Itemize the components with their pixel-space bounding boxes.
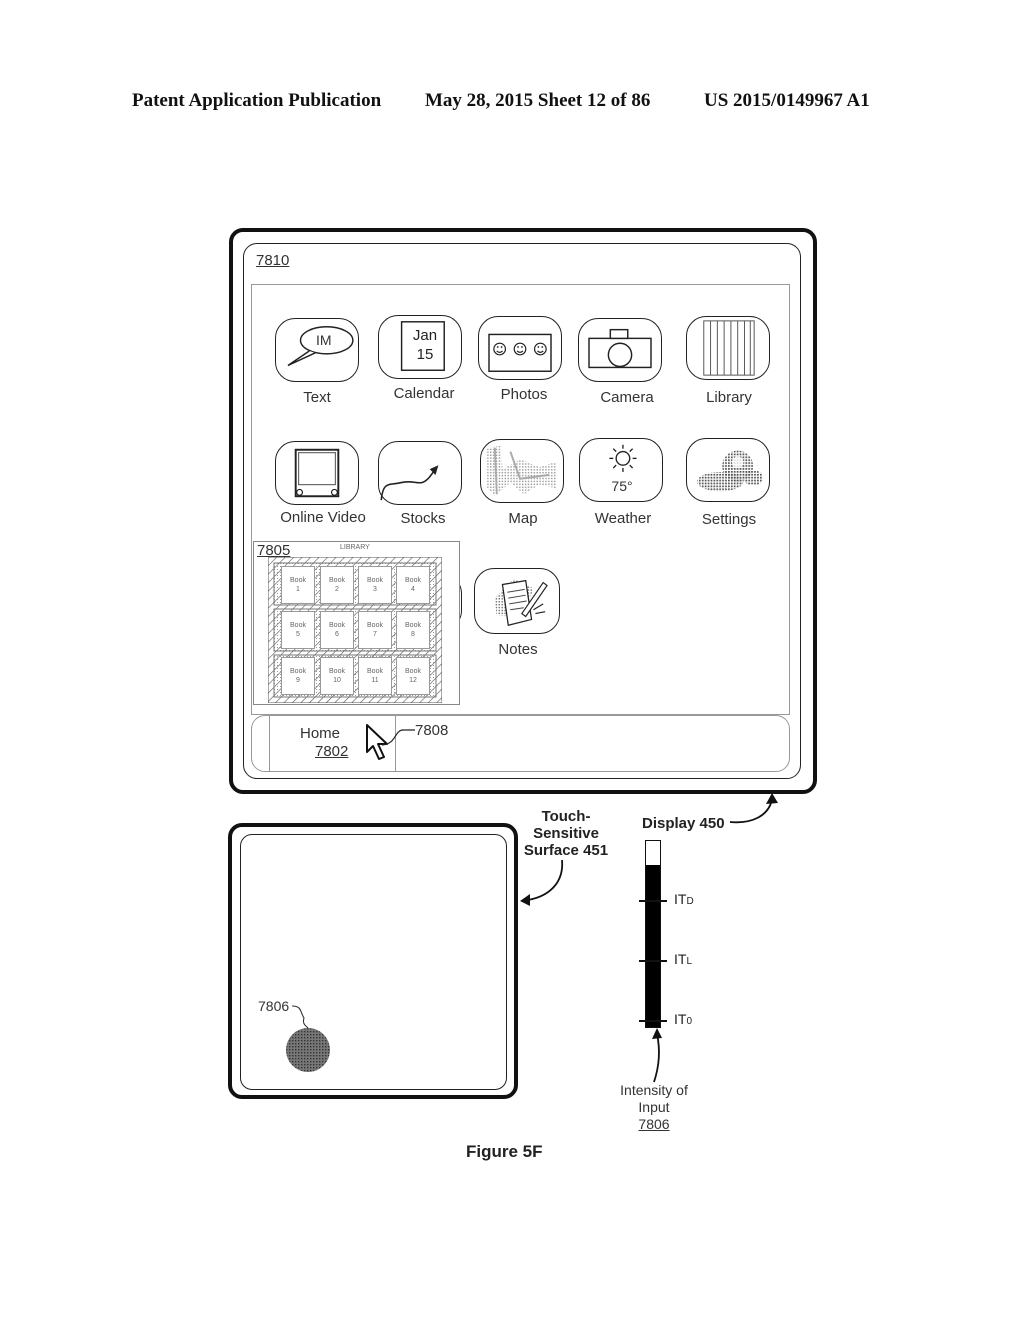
- app-settings[interactable]: [686, 438, 770, 502]
- speech-bubble-icon: [287, 326, 354, 367]
- book-item[interactable]: Book 5: [281, 611, 315, 649]
- app-library[interactable]: [686, 316, 770, 380]
- calendar-day: 15: [416, 346, 434, 363]
- threshold-tick: [639, 1020, 667, 1022]
- threshold-label: ITL: [674, 951, 693, 968]
- dock-home-label[interactable]: Home: [300, 725, 340, 742]
- threshold-label: ITD: [674, 891, 694, 908]
- touch-surface-callout: Touch- Sensitive Surface 451: [520, 808, 612, 859]
- app-online-video[interactable]: [275, 441, 359, 505]
- threshold-label: IT0: [674, 1011, 693, 1028]
- publication-label: Patent Application Publication: [132, 90, 382, 111]
- app-photos[interactable]: [478, 316, 562, 380]
- app-label-library: Library: [706, 389, 752, 406]
- app-label-map: Map: [508, 510, 538, 527]
- app-camera[interactable]: [578, 318, 662, 382]
- app-map[interactable]: [480, 439, 564, 503]
- dock-divider-left: [269, 716, 270, 772]
- book-item[interactable]: Book 7: [358, 611, 392, 649]
- book-item[interactable]: Book 3: [358, 566, 392, 604]
- threshold-tick: [639, 960, 667, 962]
- display-callout: Display 450: [642, 815, 725, 832]
- cursor-ref: 7808: [415, 722, 449, 739]
- book-item[interactable]: Book 4: [396, 566, 430, 604]
- calendar-month: Jan: [412, 327, 438, 344]
- book-item[interactable]: Book 2: [320, 566, 354, 604]
- app-label-settings: Settings: [701, 511, 757, 528]
- display-ref: 7810: [256, 252, 290, 269]
- book-item[interactable]: Book 8: [396, 611, 430, 649]
- intensity-caption-line-1: Intensity of: [620, 1082, 688, 1098]
- app-text[interactable]: IM: [275, 318, 359, 382]
- publication-number: US 2015/0149967 A1: [704, 90, 870, 111]
- app-label-camera: Camera: [600, 389, 654, 406]
- book-item[interactable]: Book 12: [396, 657, 430, 695]
- intensity-fill: [646, 865, 660, 1027]
- app-stocks[interactable]: [378, 441, 462, 505]
- contact-point: [286, 1005, 330, 1072]
- date-sheet: May 28, 2015 Sheet 12 of 86: [425, 90, 651, 111]
- app-label-text: Text: [303, 389, 331, 406]
- figure-caption: Figure 5F: [466, 1142, 543, 1161]
- intensity-arrow: [652, 1028, 662, 1083]
- icon-text-im: IM: [316, 332, 332, 348]
- library-preview-title: LIBRARY: [340, 544, 370, 551]
- library-icon: [703, 320, 755, 376]
- book-item[interactable]: Book 11: [358, 657, 392, 695]
- book-item[interactable]: Book 9: [281, 657, 315, 695]
- touch-surface-callout-arrow: [520, 859, 563, 906]
- callout-line-1: Touch-: [541, 808, 591, 825]
- map-icon: [487, 445, 557, 497]
- book-item[interactable]: Book 1: [281, 566, 315, 604]
- dock-home-ref: 7802: [315, 743, 349, 760]
- intensity-caption: Intensity of Input 7806: [604, 1082, 704, 1133]
- book-item[interactable]: Book 6: [320, 611, 354, 649]
- app-label-weather: Weather: [594, 510, 652, 527]
- callout-line-2: Sensitive: [533, 825, 599, 842]
- notepad-icon: [494, 578, 548, 627]
- app-label-stocks: Stocks: [400, 510, 446, 527]
- app-notes[interactable]: [474, 568, 560, 634]
- app-calendar[interactable]: Jan 15: [378, 315, 462, 379]
- display-callout-arrow: [729, 793, 778, 824]
- intensity-caption-line-2: Input: [638, 1099, 670, 1115]
- app-label-online-video: Online Video: [280, 509, 366, 526]
- weather-temperature: 75°: [611, 478, 633, 494]
- camera-icon: [588, 328, 652, 369]
- book-item[interactable]: Book 10: [320, 657, 354, 695]
- gears-icon: [697, 450, 763, 492]
- app-label-notes: Notes: [498, 641, 538, 658]
- intensity-caption-ref: 7806: [638, 1116, 670, 1132]
- tv-icon: [294, 448, 340, 498]
- intensity-meter: [645, 840, 661, 1028]
- app-label-photos: Photos: [500, 386, 548, 403]
- photos-icon: [488, 333, 552, 372]
- stocks-chart-icon: [380, 465, 439, 501]
- app-label-calendar: Calendar: [393, 385, 455, 402]
- app-weather[interactable]: 75°: [579, 438, 663, 502]
- cursor-icon: [366, 724, 415, 760]
- threshold-tick: [639, 900, 667, 902]
